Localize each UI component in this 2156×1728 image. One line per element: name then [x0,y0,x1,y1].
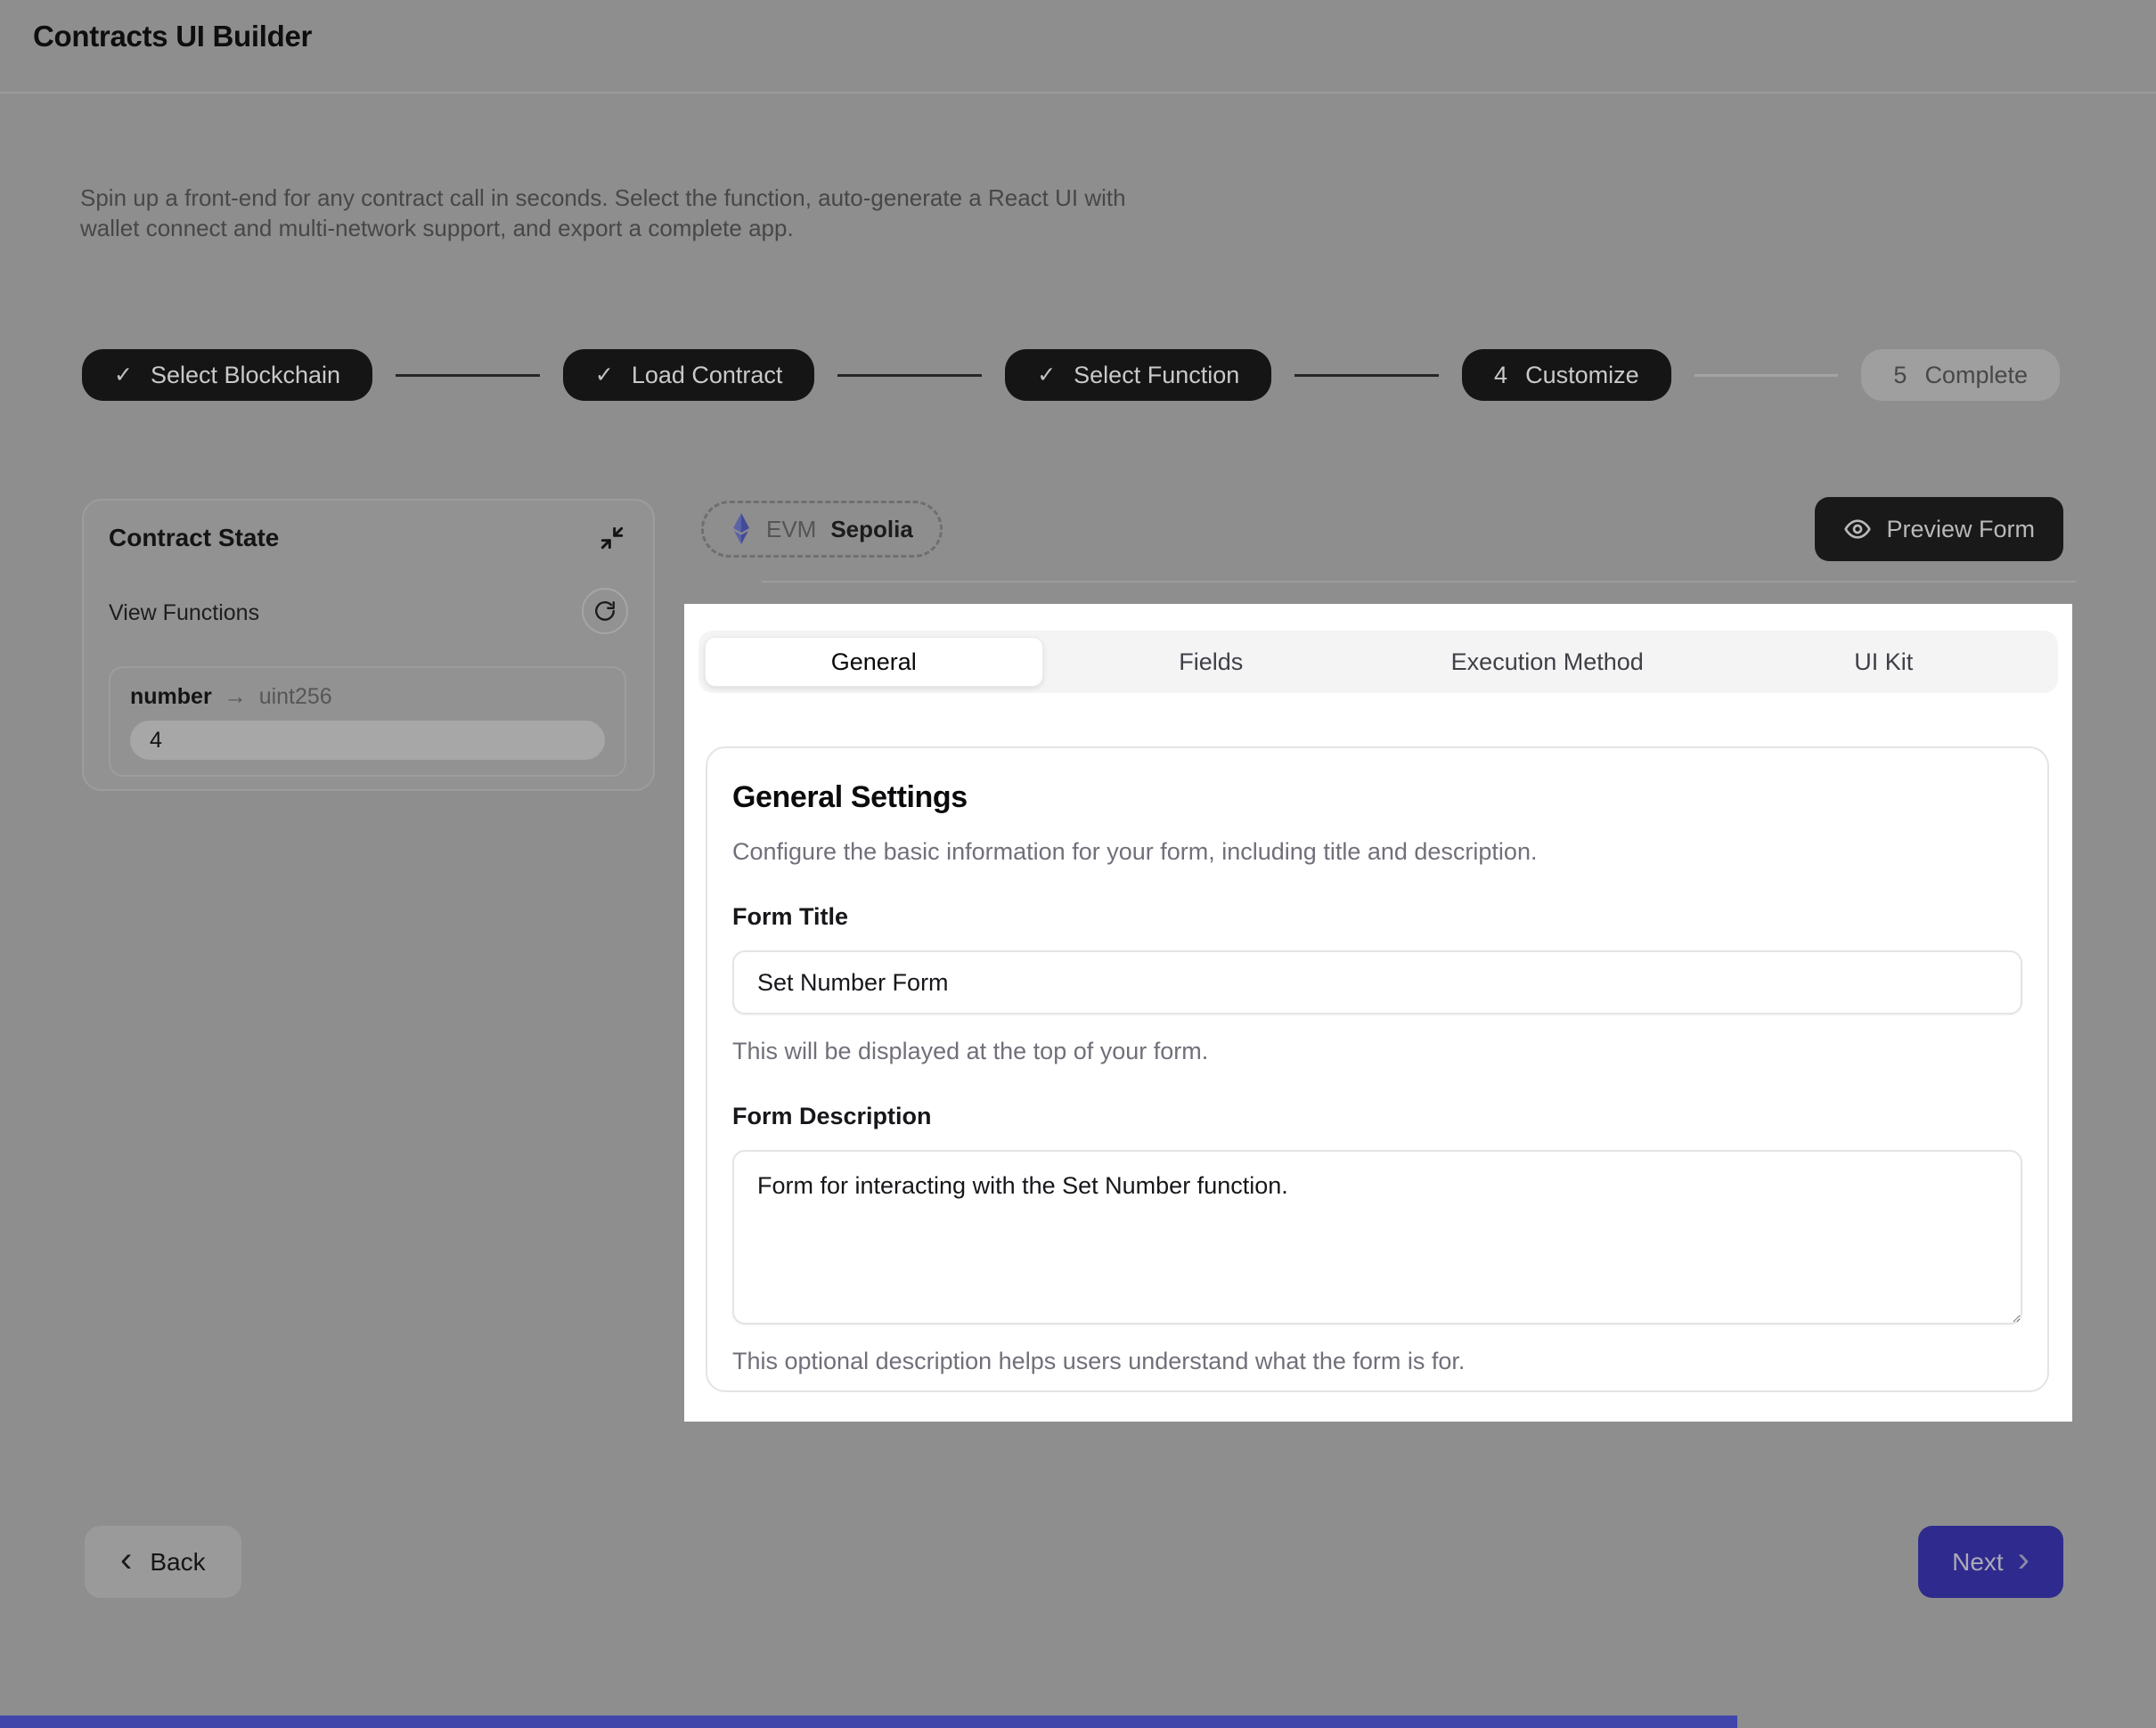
check-icon: ✓ [595,362,614,388]
tab-fields[interactable]: Fields [1043,637,1380,687]
step-number: 5 [1893,362,1907,389]
function-name: number [130,684,212,710]
function-result-value: 4 [130,721,605,760]
network-badge[interactable]: EVM Sepolia [701,501,943,558]
general-settings-description: Configure the basic information for your… [732,838,2022,866]
back-button[interactable]: ‹ Back [85,1526,241,1598]
stepper: ✓ Select Blockchain ✓ Load Contract ✓ Se… [82,349,2060,401]
back-button-label: Back [150,1548,205,1577]
form-title-input[interactable] [732,950,2022,1015]
refresh-button[interactable] [582,588,628,634]
tab-execution-method[interactable]: Execution Method [1379,637,1716,687]
view-functions-label: View Functions [109,600,259,626]
refresh-icon [593,599,617,623]
ethereum-icon [731,512,752,546]
step-connector [1294,374,1439,377]
next-button-label: Next [1952,1548,2004,1577]
step-label: Complete [1924,362,2028,389]
step-label: Load Contract [632,362,783,389]
step-number: 4 [1494,362,1507,389]
tab-general[interactable]: General [705,637,1043,687]
next-button[interactable]: Next › [1918,1526,2063,1598]
preview-form-button[interactable]: Preview Form [1815,497,2063,561]
ecosystem-label: EVM [766,516,816,543]
step-connector [1695,374,1839,377]
contract-state-title: Contract State [109,524,279,552]
eye-icon [1843,515,1872,543]
bottom-accent-bar [0,1716,1737,1728]
step-label: Select Blockchain [151,362,340,389]
form-title-help: This will be displayed at the top of you… [732,1038,2022,1065]
function-card[interactable]: number → uint256 4 [109,666,626,777]
intro-text: Spin up a front-end for any contract cal… [80,183,1127,243]
step-connector [837,374,982,377]
step-customize[interactable]: 4 Customize [1462,349,1671,401]
check-icon: ✓ [114,362,133,388]
step-load-contract[interactable]: ✓ Load Contract [563,349,815,401]
form-description-textarea[interactable] [732,1150,2022,1325]
step-select-blockchain[interactable]: ✓ Select Blockchain [82,349,372,401]
page-title: Contracts UI Builder [33,20,312,53]
check-icon: ✓ [1037,362,1056,388]
collapse-icon[interactable] [598,524,626,552]
general-settings-card: General Settings Configure the basic inf… [706,746,2049,1392]
contract-state-panel: Contract State View Functions number → u… [82,499,655,791]
step-select-function[interactable]: ✓ Select Function [1005,349,1271,401]
form-description-label: Form Description [732,1103,2022,1130]
step-connector [396,374,540,377]
customize-tabbar: General Fields Execution Method UI Kit [698,631,2058,693]
step-label: Customize [1525,362,1639,389]
step-label: Select Function [1074,362,1239,389]
form-description-help: This optional description helps users un… [732,1348,2022,1375]
chevron-left-icon: ‹ [120,1542,132,1577]
dimmed-card-top-border [762,581,2076,583]
form-title-label: Form Title [732,903,2022,931]
network-name: Sepolia [830,516,912,543]
screen: Contracts UI Builder Spin up a front-end… [0,0,2156,1728]
general-settings-heading: General Settings [732,780,2022,815]
function-return-type: uint256 [259,684,332,710]
chevron-right-icon: › [2018,1542,2029,1577]
step-complete[interactable]: 5 Complete [1861,349,2060,401]
arrow-right-icon: → [225,684,247,710]
tab-ui-kit[interactable]: UI Kit [1716,637,2053,687]
preview-form-label: Preview Form [1886,516,2035,543]
customize-spotlight-panel: General Fields Execution Method UI Kit G… [684,604,2072,1422]
app-header: Contracts UI Builder [0,0,2156,94]
